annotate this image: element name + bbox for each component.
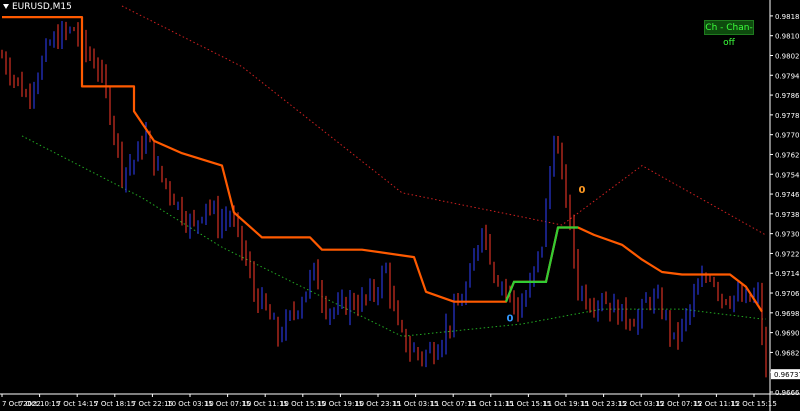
time-tick-label: 7 Oct 14:15 bbox=[57, 400, 98, 408]
price-tick-label: 0.97865 bbox=[775, 92, 800, 100]
chan-off-button[interactable]: Ch - Chan-off bbox=[704, 20, 754, 48]
price-chart[interactable]: 00 0.981850.981050.980250.979450.978650.… bbox=[0, 0, 800, 411]
price-tick-label: 0.96665 bbox=[775, 389, 800, 397]
time-tick-label: 12 Oct 15:15 bbox=[731, 400, 777, 408]
stop-line-green bbox=[504, 226, 578, 303]
price-tick-label: 0.97065 bbox=[775, 290, 800, 298]
price-tick-label: 0.97545 bbox=[775, 171, 800, 179]
time-tick-label: 7 Oct 10:15 bbox=[19, 400, 60, 408]
price-tick-label: 0.97705 bbox=[775, 132, 800, 140]
price-tick-label: 0.97945 bbox=[775, 72, 800, 80]
price-tick-label: 0.98105 bbox=[775, 33, 800, 41]
price-tick-label: 0.98025 bbox=[775, 52, 800, 60]
current-price-label: 0.96737 bbox=[774, 371, 800, 379]
price-tick-label: 0.98185 bbox=[775, 13, 800, 21]
price-tick-label: 0.96905 bbox=[775, 330, 800, 338]
signal-marker: 0 bbox=[579, 185, 586, 196]
axes: 0.98185 0.98105 0.98025 0.97945 0.97865 0.977… bbox=[0, 0, 800, 411]
moving-average-red bbox=[121, 5, 767, 236]
price-tick-label: 0.97225 bbox=[775, 250, 800, 258]
price-tick-label: 0.97465 bbox=[775, 191, 800, 199]
signal-marker: 0 bbox=[507, 313, 514, 324]
price-tick-label: 0.96985 bbox=[775, 310, 800, 318]
time-tick-label: 7 Oct 18:15 bbox=[94, 400, 135, 408]
price-tick-label: 0.97305 bbox=[775, 231, 800, 239]
price-tick-label: 0.96825 bbox=[775, 349, 800, 357]
candles bbox=[1, 21, 767, 378]
price-tick-label: 0.97785 bbox=[775, 112, 800, 120]
price-tick-label: 0.97145 bbox=[775, 270, 800, 278]
price-tick-label: 0.97385 bbox=[775, 211, 800, 219]
ma-red-line bbox=[121, 5, 767, 236]
price-tick-label: 0.97625 bbox=[775, 151, 800, 159]
